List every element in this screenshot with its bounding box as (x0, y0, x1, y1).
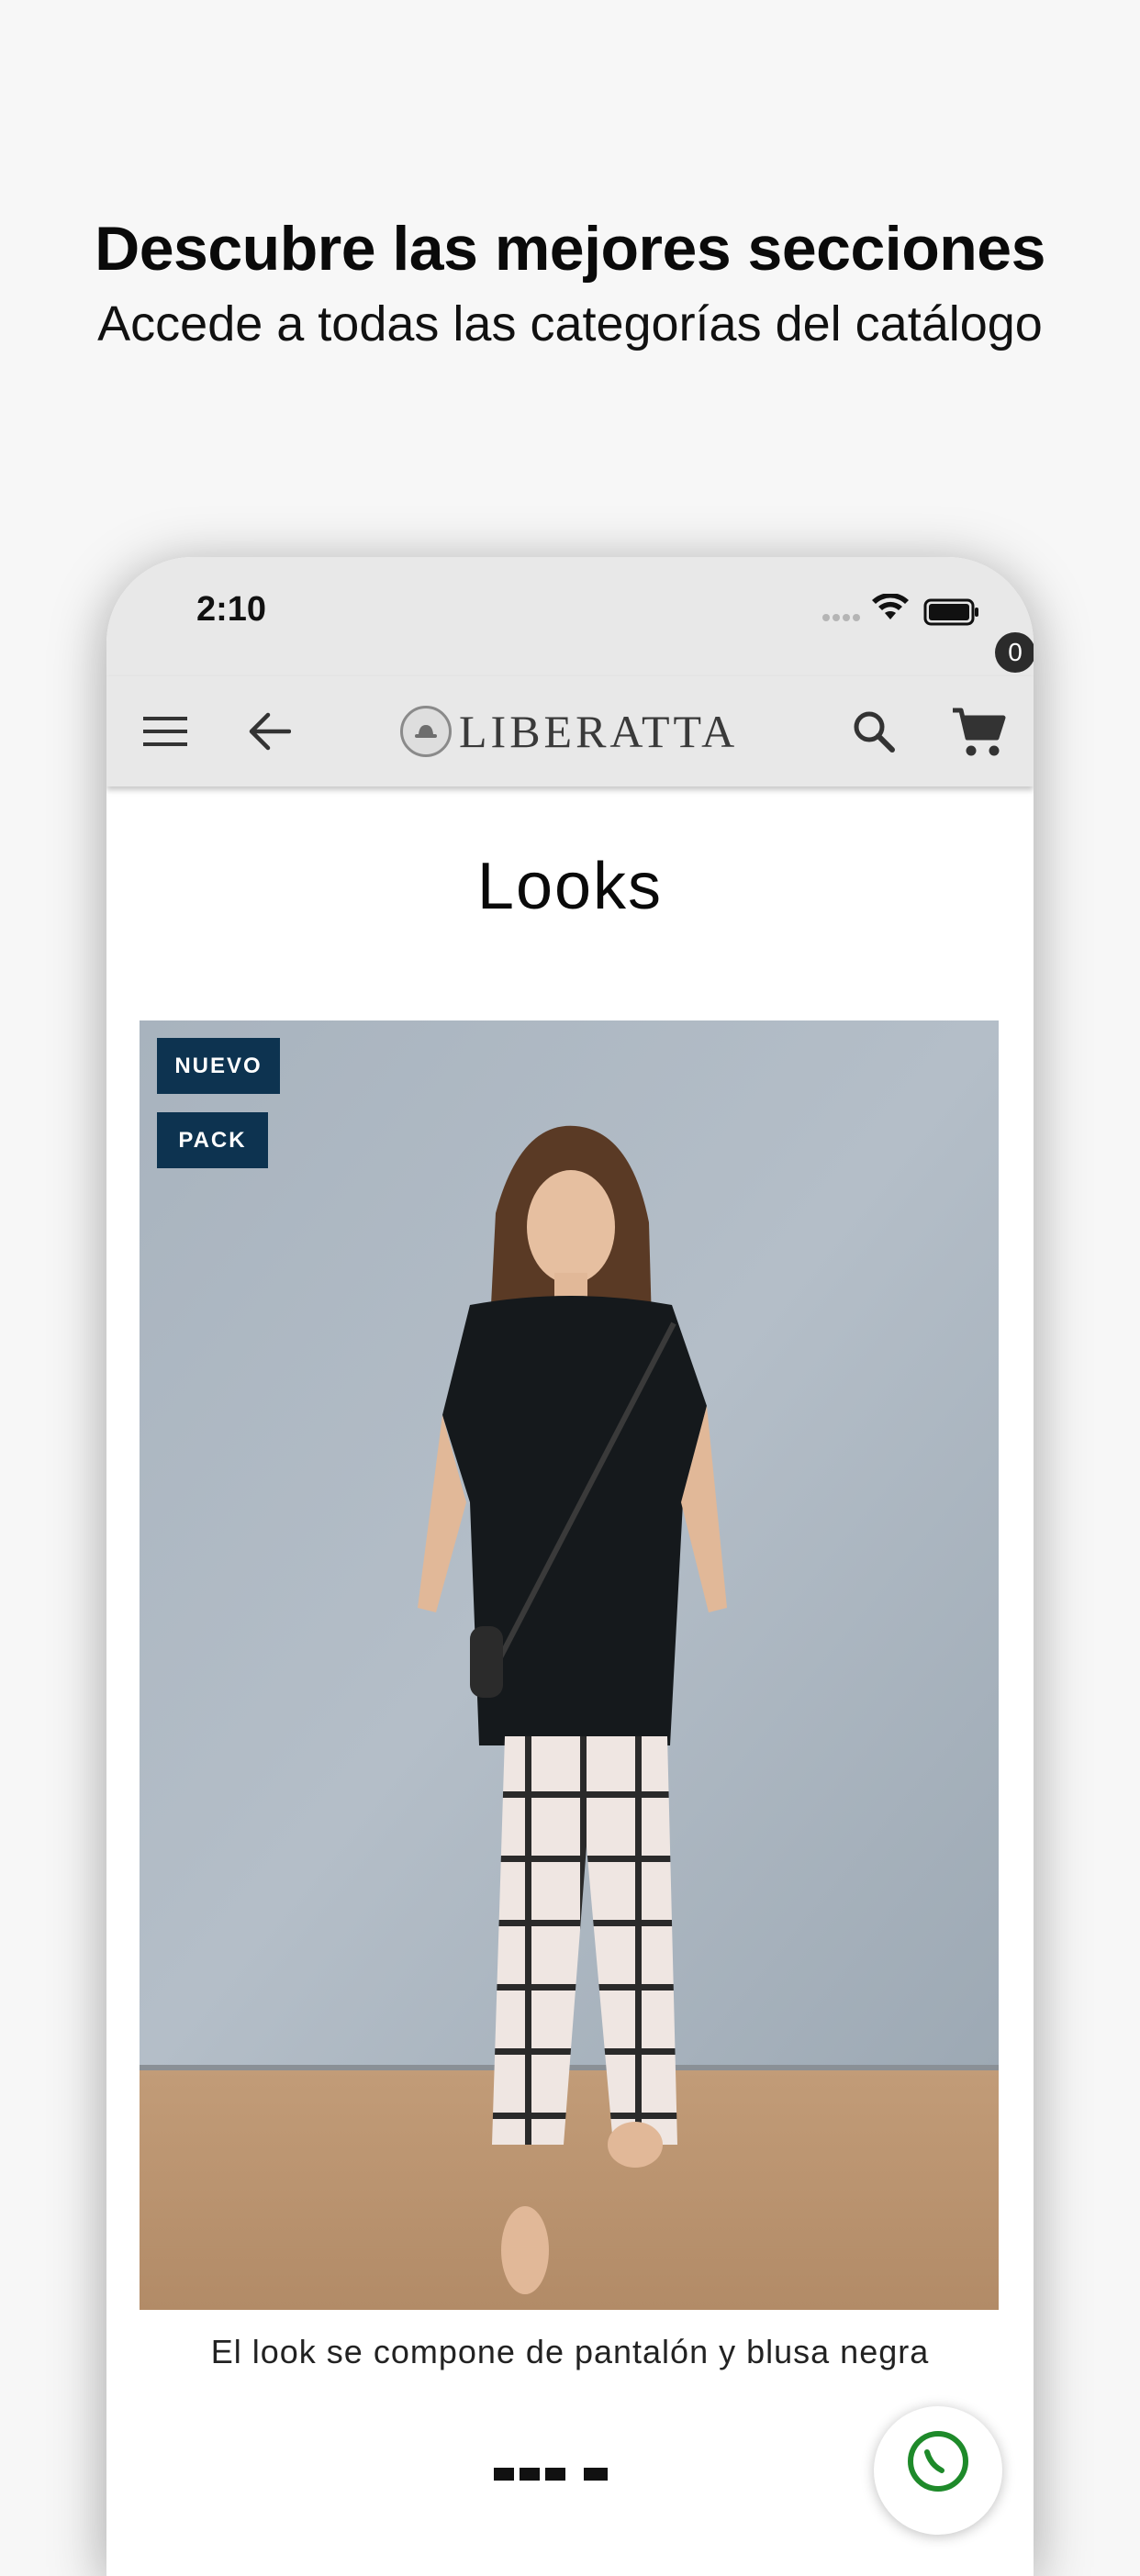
menu-button[interactable] (132, 698, 198, 764)
promo-title: Descubre las mejores secciones (95, 214, 1045, 284)
signal-dots-icon (822, 614, 860, 621)
wifi-icon (872, 594, 909, 619)
menu-icon (143, 717, 187, 746)
hat-icon (400, 706, 452, 757)
battery-icon (923, 598, 978, 626)
whatsapp-button[interactable] (874, 2406, 1002, 2535)
back-button[interactable] (237, 698, 303, 764)
status-time: 2:10 (196, 590, 267, 629)
cart-button[interactable] (942, 697, 1015, 770)
search-icon (854, 711, 895, 753)
cart-count-badge: 0 (995, 632, 1034, 673)
badge-new: NUEVO (157, 1038, 280, 1094)
brand-logo[interactable]: LIBERATTA (400, 698, 738, 764)
phone-frame: 2:10 LIBERATTA 0 Looks NUEVO PACK El loo… (106, 557, 1034, 2576)
promo-subtitle: Accede a todas las categorías del catálo… (97, 296, 1043, 351)
product-photo (140, 1020, 999, 2310)
back-arrow-icon (249, 712, 291, 751)
product-caption: El look se compone de pantalón y blusa n… (210, 2333, 930, 2370)
product-image[interactable]: NUEVO PACK (140, 1020, 999, 2310)
status-icons (822, 594, 978, 626)
app-bar: LIBERATTA (106, 676, 1034, 786)
status-bar: 2:10 (106, 557, 1034, 676)
brand-logo-text: LIBERATTA (459, 706, 739, 757)
cart-icon (953, 708, 1006, 756)
badge-pack: PACK (157, 1112, 268, 1168)
page-title: Looks (476, 850, 664, 923)
whatsapp-icon (908, 2431, 968, 2492)
price-partial (492, 2448, 676, 2484)
search-button[interactable] (841, 698, 907, 764)
